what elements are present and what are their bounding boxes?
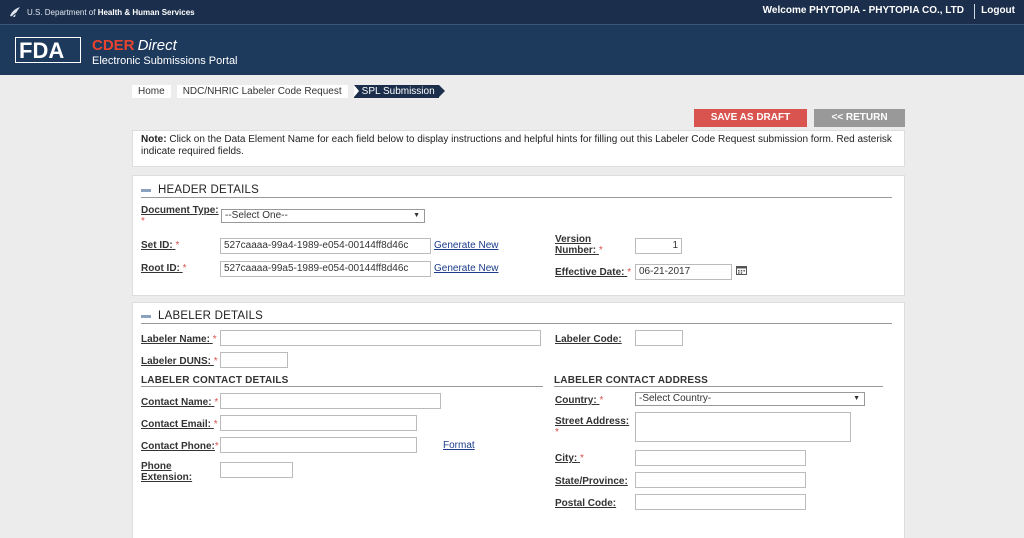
- version-number-field[interactable]: 1: [635, 238, 682, 254]
- top-bar: U.S. Department of Health & Human Servic…: [0, 0, 1024, 24]
- contact-name-field[interactable]: [220, 393, 441, 409]
- contact-phone-field[interactable]: [220, 437, 417, 453]
- divider: [141, 197, 892, 198]
- state-province-field[interactable]: [635, 472, 806, 488]
- breadcrumb-spl-submission: SPL Submission: [353, 85, 445, 98]
- svg-text:FDA: FDA: [19, 38, 64, 63]
- generate-set-id-link[interactable]: Generate New: [434, 240, 498, 251]
- hhs-banner: U.S. Department of Health & Human Servic…: [8, 5, 195, 19]
- state-province-label[interactable]: State/Province:: [555, 476, 628, 487]
- set-id-label[interactable]: Set ID: *: [141, 240, 179, 251]
- portal-subtitle: Electronic Submissions Portal: [92, 55, 238, 67]
- postal-code-field[interactable]: [635, 494, 806, 510]
- phone-format-link[interactable]: Format: [443, 440, 475, 451]
- labeler-details-panel: LABELER DETAILS Labeler Name: * Labeler …: [132, 302, 905, 538]
- collapse-icon[interactable]: [141, 314, 151, 318]
- contact-name-label[interactable]: Contact Name: *: [141, 397, 218, 408]
- fda-logo[interactable]: FDA: [15, 37, 81, 63]
- labeler-name-label[interactable]: Labeler Name: *: [141, 334, 217, 345]
- country-label[interactable]: Country: *: [555, 395, 603, 406]
- root-id-label[interactable]: Root ID: *: [141, 263, 187, 274]
- site-header: FDA CDER Direct Electronic Submissions P…: [0, 24, 1024, 75]
- divider: [141, 386, 543, 387]
- contact-email-field[interactable]: [220, 415, 417, 431]
- divider: [554, 386, 883, 387]
- effective-date-label[interactable]: Effective Date: *: [555, 267, 631, 278]
- version-number-label[interactable]: Version Number: *: [555, 234, 603, 256]
- chevron-down-icon: ▼: [413, 212, 420, 219]
- street-address-label[interactable]: Street Address: *: [555, 416, 629, 438]
- logout-link[interactable]: Logout: [981, 5, 1015, 16]
- labeler-code-field[interactable]: [635, 330, 683, 346]
- labeler-code-label[interactable]: Labeler Code:: [555, 334, 622, 345]
- agency-name: U.S. Department of Health & Human Servic…: [27, 7, 195, 17]
- welcome-user-text: Welcome PHYTOPIA - PHYTOPIA CO., LTD: [762, 5, 964, 16]
- breadcrumb: Home NDC/NHRIC Labeler Code Request SPL …: [132, 85, 445, 98]
- instructions-note: Note: Click on the Data Element Name for…: [132, 130, 905, 167]
- postal-code-label[interactable]: Postal Code:: [555, 498, 616, 509]
- breadcrumb-home[interactable]: Home: [132, 85, 171, 98]
- country-select[interactable]: -Select Country- ▼: [635, 392, 865, 406]
- header-details-panel: HEADER DETAILS Document Type: * --Select …: [132, 175, 905, 296]
- portal-title: CDER Direct: [92, 37, 177, 54]
- document-type-label[interactable]: Document Type: *: [141, 205, 219, 227]
- labeler-duns-field[interactable]: [220, 352, 288, 368]
- hhs-eagle-icon: [10, 7, 20, 18]
- city-field[interactable]: [635, 450, 806, 466]
- breadcrumb-labeler-code-request[interactable]: NDC/NHRIC Labeler Code Request: [176, 85, 348, 98]
- root-id-field[interactable]: 527caaaa-99a5-1989-e054-00144ff8d46c: [220, 261, 431, 277]
- calendar-icon[interactable]: [736, 265, 747, 275]
- city-label[interactable]: City: *: [555, 453, 584, 464]
- generate-root-id-link[interactable]: Generate New: [434, 263, 498, 274]
- divider: [141, 323, 892, 324]
- labeler-name-field[interactable]: [220, 330, 541, 346]
- save-as-draft-button[interactable]: SAVE AS DRAFT: [694, 109, 807, 127]
- contact-phone-label[interactable]: Contact Phone:*: [141, 441, 219, 452]
- labeler-duns-label[interactable]: Labeler DUNS: *: [141, 356, 218, 367]
- phone-extension-label[interactable]: Phone Extension:: [141, 461, 192, 483]
- document-type-select[interactable]: --Select One-- ▼: [221, 209, 425, 223]
- contact-details-heading: LABELER CONTACT DETAILS: [141, 375, 289, 386]
- collapse-icon[interactable]: [141, 188, 151, 192]
- contact-email-label[interactable]: Contact Email: *: [141, 419, 218, 430]
- return-button[interactable]: << RETURN: [814, 109, 905, 127]
- chevron-down-icon: ▼: [853, 395, 860, 402]
- street-address-textarea[interactable]: [635, 412, 851, 442]
- effective-date-field[interactable]: 06-21-2017: [635, 264, 732, 280]
- divider: [974, 4, 975, 19]
- set-id-field[interactable]: 527caaaa-99a4-1989-e054-00144ff8d46c: [220, 238, 431, 254]
- contact-address-heading: LABELER CONTACT ADDRESS: [554, 375, 709, 386]
- labeler-details-title[interactable]: LABELER DETAILS: [141, 310, 263, 322]
- header-details-title[interactable]: HEADER DETAILS: [141, 184, 259, 196]
- phone-extension-field[interactable]: [220, 462, 293, 478]
